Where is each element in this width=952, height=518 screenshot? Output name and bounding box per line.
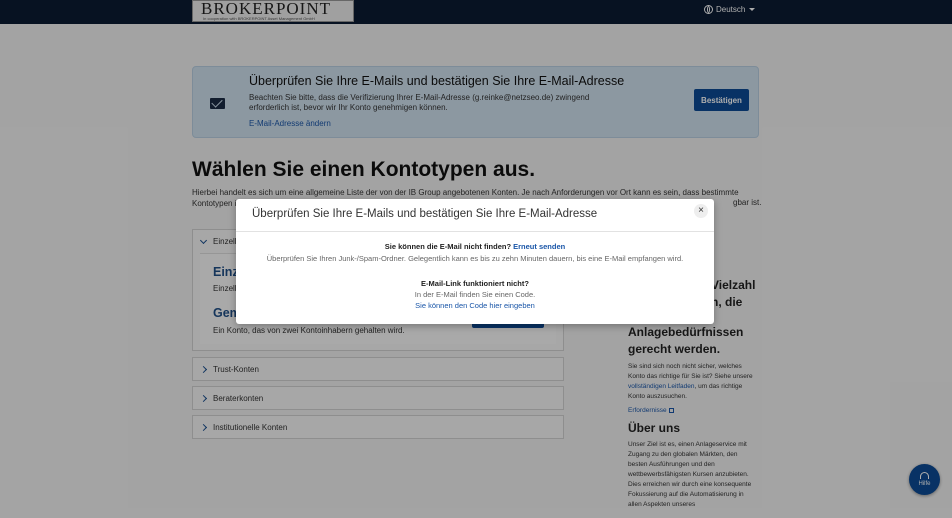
email-not-found-text: Sie können die E-Mail nicht finden?	[384, 242, 512, 251]
email-verification-modal: Überprüfen Sie Ihre E-Mails und bestätig…	[236, 199, 714, 324]
modal-title: Überprüfen Sie Ihre E-Mails und bestätig…	[252, 208, 598, 220]
modal-header: Überprüfen Sie Ihre E-Mails und bestätig…	[236, 199, 714, 232]
code-info-text: In der E-Mail finden Sie einen Code.	[414, 290, 536, 299]
enter-code-line: Sie können den Code hier eingeben	[236, 301, 714, 310]
junk-folder-text: Überprüfen Sie Ihren Junk-/Spam-Ordner. …	[266, 254, 684, 263]
resend-link[interactable]: Erneut senden	[513, 242, 565, 251]
link-not-working-text: E-Mail-Link funktioniert nicht?	[421, 279, 529, 288]
close-icon[interactable]: ×	[694, 204, 708, 218]
email-not-found-line: Sie können die E-Mail nicht finden? Erne…	[236, 242, 714, 251]
enter-code-link[interactable]: Sie können den Code hier eingeben	[415, 301, 535, 310]
